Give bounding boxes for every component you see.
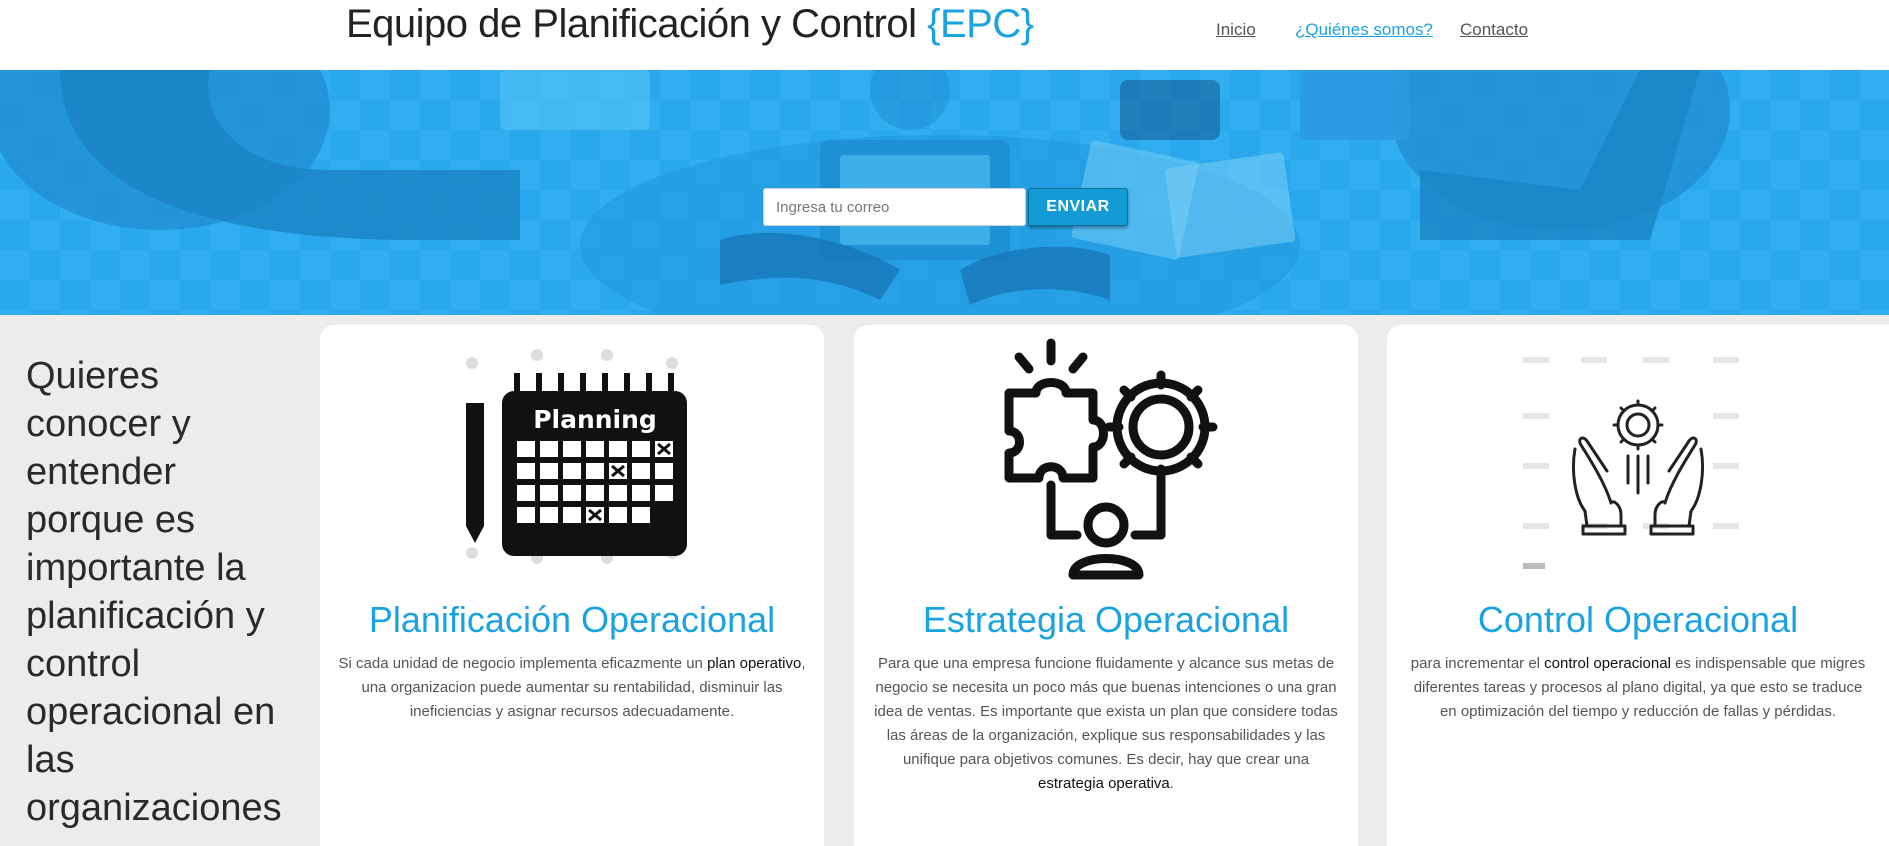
card-planificacion: Planning Planificación Operacional Si ca… xyxy=(320,325,824,846)
card-text-before: para incrementar el xyxy=(1410,655,1545,672)
card-text: Si cada unidad de negocio implementa efi… xyxy=(338,652,806,724)
card-text-strong: estrategia operativa xyxy=(1038,775,1170,792)
send-button[interactable]: ENVIAR xyxy=(1028,188,1128,226)
card-text-strong: plan operativo xyxy=(707,655,802,672)
control-hands-gear-icon xyxy=(1523,357,1739,569)
hero-banner: ENVIAR xyxy=(0,70,1889,315)
card-text: para incrementar el control operacional … xyxy=(1405,652,1871,724)
card-title: Planificación Operacional xyxy=(368,599,776,640)
site-title: Equipo de Planificación y Control {EPC} xyxy=(346,2,1034,47)
nav-link-contacto[interactable]: Contacto xyxy=(1460,20,1528,40)
nav-link-quienes-somos[interactable]: ¿Quiénes somos? xyxy=(1295,20,1433,40)
card-text: Para que una empresa funcione fluidament… xyxy=(872,652,1340,796)
nav-link-inicio[interactable]: Inicio xyxy=(1216,20,1256,40)
site-header: Equipo de Planificación y Control {EPC} … xyxy=(0,0,1889,70)
intro-heading: Quieres conocer y entender porque es imp… xyxy=(26,355,282,829)
planning-calendar-icon: Planning xyxy=(466,349,687,564)
site-title-accent: {EPC} xyxy=(927,2,1034,46)
card-title: Estrategia Operacional xyxy=(922,599,1290,640)
site-title-main: Equipo de Planificación y Control xyxy=(346,2,917,46)
email-input[interactable] xyxy=(763,188,1026,226)
card-control: Control Operacional para incrementar el … xyxy=(1387,325,1889,846)
card-text-strong: control operacional xyxy=(1544,655,1671,672)
card-estrategia: Estrategia Operacional Para que una empr… xyxy=(854,325,1358,846)
card-text-before: Si cada unidad de negocio implementa efi… xyxy=(338,655,708,672)
card-text-after: . xyxy=(1169,775,1174,792)
card-text-before: Para que una empresa funcione fluidament… xyxy=(874,655,1338,768)
planning-icon-label: Planning xyxy=(533,405,657,434)
card-title: Control Operacional xyxy=(1477,599,1799,640)
strategy-puzzle-gear-icon xyxy=(1004,338,1218,580)
